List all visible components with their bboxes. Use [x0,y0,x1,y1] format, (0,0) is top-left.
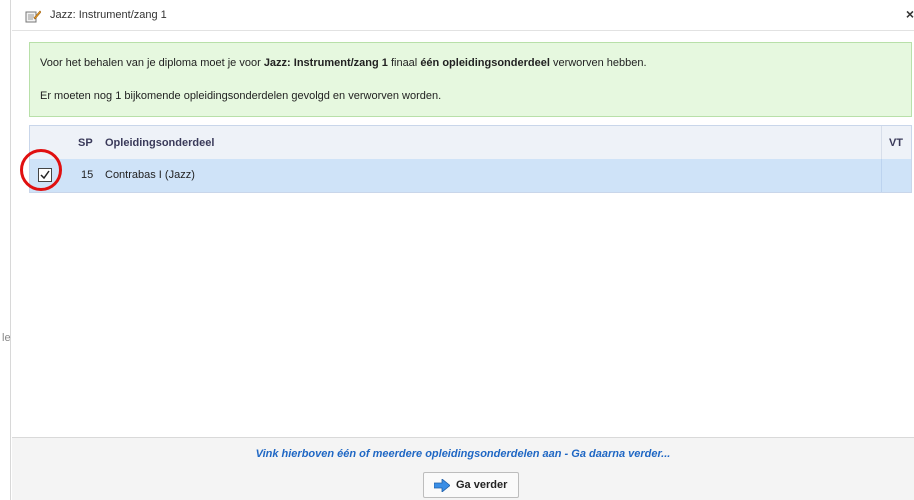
background-text-fragment: le [2,332,11,344]
table-row[interactable]: 15 Contrabas I (Jazz) [30,159,911,192]
background-page-edge: le [0,0,11,500]
info-text-suffix: verworven hebben. [549,57,647,69]
row-sp-value: 15 [81,169,94,181]
notepad-pencil-icon [25,9,42,23]
info-text-middle: finaal [387,57,421,69]
checkmark-icon [40,170,50,180]
column-header-opleidingsonderdeel: Opleidingsonderdeel [105,137,215,149]
row-course-name: Contrabas I (Jazz) [105,169,195,181]
course-table: SP Opleidingsonderdeel VT 15 Contrabas I… [29,125,912,193]
row-checkbox[interactable] [38,168,52,182]
column-divider [881,159,882,192]
close-icon[interactable]: × [906,6,914,22]
requirement-count: één opleidingsonderdeel [420,57,550,69]
info-text-prefix: Voor het behalen van je diploma moet je … [40,57,264,69]
instruction-hint: Vink hierboven één of meerdere opleiding… [255,448,671,460]
dialog-footer: Vink hierboven één of meerdere opleiding… [12,437,914,500]
column-divider [881,126,882,159]
arrow-right-icon [433,478,451,495]
table-header: SP Opleidingsonderdeel VT [30,126,911,160]
info-requirement-text: Voor het behalen van je diploma moet je … [40,57,647,69]
continue-button[interactable]: Ga verder [423,472,519,498]
dialog-title: Jazz: Instrument/zang 1 [50,9,167,21]
info-remaining-text: Er moeten nog 1 bijkomende opleidingsond… [40,90,442,102]
info-message-box: Voor het behalen van je diploma moet je … [29,42,912,117]
page: le Jazz: Instrument/zang 1 × Voor het be… [0,0,914,500]
column-header-sp: SP [78,137,93,149]
dialog-titlebar: Jazz: Instrument/zang 1 × [12,0,914,31]
continue-button-label: Ga verder [456,479,508,491]
column-header-vt: VT [888,137,903,149]
program-name: Jazz: Instrument/zang 1 [263,57,388,69]
